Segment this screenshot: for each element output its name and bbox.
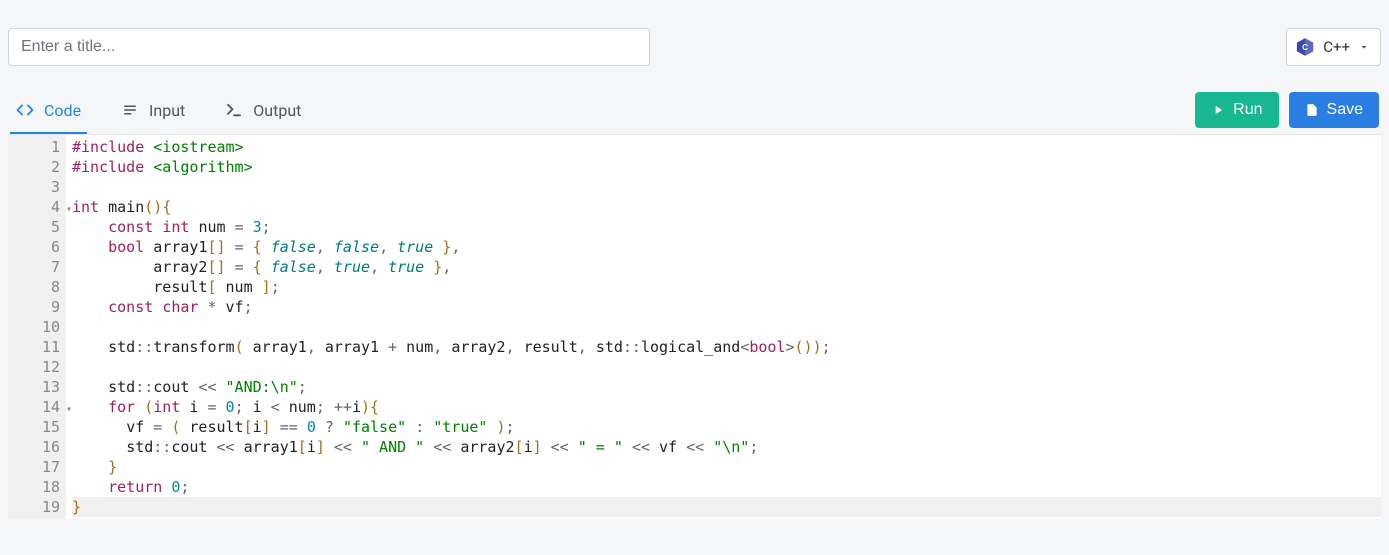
input-icon <box>121 101 139 119</box>
tab-output[interactable]: Output <box>219 93 307 134</box>
line-number-gutter: 1234▾567891011121314▾1516171819 <box>8 135 66 519</box>
chevron-down-icon <box>1358 41 1370 53</box>
code-line[interactable]: std::cout << "AND:\n"; <box>72 377 1381 397</box>
tab-input-label: Input <box>149 101 185 120</box>
code-line[interactable]: for (int i = 0; i < num; ++i){ <box>72 397 1381 417</box>
code-line[interactable]: bool array1[] = { false, false, true }, <box>72 237 1381 257</box>
code-line[interactable] <box>72 357 1381 377</box>
code-area[interactable]: #include <iostream>#include <algorithm> i… <box>66 135 1381 519</box>
code-line[interactable]: return 0; <box>72 477 1381 497</box>
title-input[interactable] <box>8 28 650 66</box>
code-line[interactable]: std::cout << array1[i] << " AND " << arr… <box>72 437 1381 457</box>
save-button[interactable]: Save <box>1289 92 1379 128</box>
code-line[interactable]: const char * vf; <box>72 297 1381 317</box>
code-line[interactable]: array2[] = { false, true, true }, <box>72 257 1381 277</box>
svg-text:C: C <box>1302 43 1308 52</box>
save-button-label: Save <box>1327 101 1363 119</box>
code-line[interactable]: } <box>72 457 1381 477</box>
language-label: C++ <box>1323 38 1350 56</box>
run-button[interactable]: Run <box>1195 92 1278 128</box>
code-line[interactable] <box>72 317 1381 337</box>
code-line[interactable]: const int num = 3; <box>72 217 1381 237</box>
play-icon <box>1211 103 1225 117</box>
code-line[interactable]: #include <iostream> <box>72 137 1381 157</box>
tab-output-label: Output <box>253 101 301 120</box>
cpp-icon: C <box>1295 37 1315 57</box>
code-icon <box>16 101 34 119</box>
code-line[interactable]: #include <algorithm> <box>72 157 1381 177</box>
tab-code[interactable]: Code <box>10 93 87 134</box>
code-line[interactable] <box>72 177 1381 197</box>
code-line[interactable]: } <box>72 497 1381 517</box>
code-line[interactable]: std::transform( array1, array1 + num, ar… <box>72 337 1381 357</box>
file-icon <box>1305 102 1319 118</box>
language-selector[interactable]: C C++ <box>1286 28 1381 66</box>
code-line[interactable]: vf = ( result[i] == 0 ? "false" : "true"… <box>72 417 1381 437</box>
code-line[interactable]: int main(){ <box>72 197 1381 217</box>
tab-code-label: Code <box>44 101 81 120</box>
code-editor[interactable]: 1234▾567891011121314▾1516171819 #include… <box>8 134 1381 519</box>
tab-input[interactable]: Input <box>115 93 191 134</box>
code-line[interactable]: result[ num ]; <box>72 277 1381 297</box>
run-button-label: Run <box>1233 101 1262 119</box>
terminal-icon <box>225 101 243 119</box>
